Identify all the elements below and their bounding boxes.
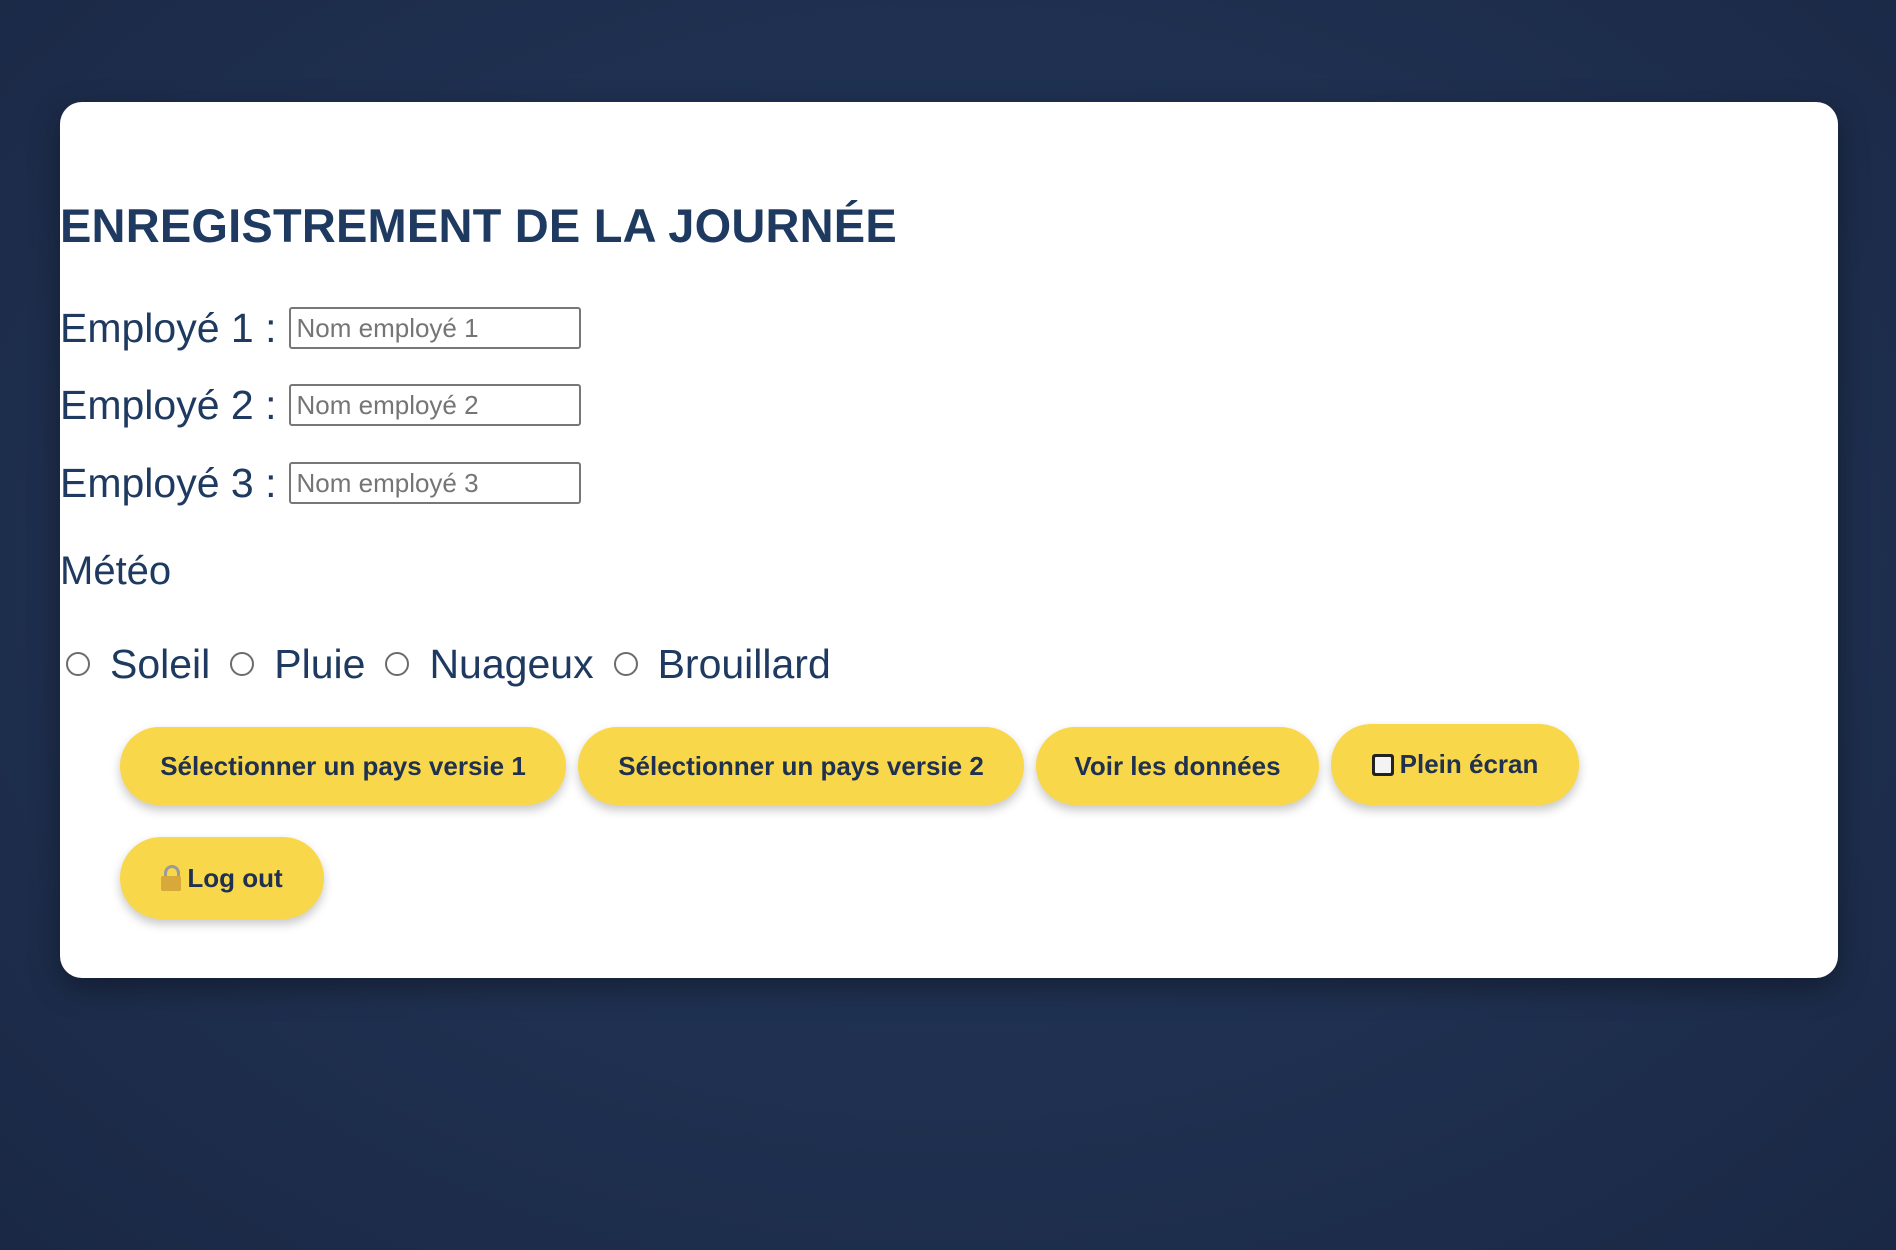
radio-pluie[interactable] bbox=[230, 652, 255, 676]
select-country-v2-label: Sélectionner un pays versie 2 bbox=[618, 750, 984, 781]
view-data-button[interactable]: Voir les données bbox=[1036, 727, 1319, 805]
view-data-label: Voir les données bbox=[1074, 750, 1281, 781]
radio-label-pluie: Pluie bbox=[274, 640, 366, 687]
fullscreen-square-icon bbox=[1371, 753, 1394, 776]
employee-3-label: Employé 3 : bbox=[60, 459, 277, 506]
weather-option-nuageux[interactable]: Nuageux bbox=[385, 640, 594, 688]
employee-1-label: Employé 1 : bbox=[60, 304, 277, 351]
select-country-v1-button[interactable]: Sélectionner un pays versie 1 bbox=[120, 727, 566, 805]
weather-option-soleil[interactable]: Soleil bbox=[66, 641, 210, 688]
radio-label-nuageux: Nuageux bbox=[429, 640, 594, 687]
employee-2-label: Employé 2 : bbox=[60, 381, 277, 428]
employee-3-input[interactable] bbox=[288, 462, 581, 504]
radio-label-brouillard: Brouillard bbox=[657, 640, 831, 687]
fullscreen-button[interactable]: Plein écran bbox=[1331, 724, 1579, 805]
employee-row-2: Employé 2 : bbox=[60, 382, 581, 428]
logout-label: Log out bbox=[187, 862, 283, 893]
fullscreen-label: Plein écran bbox=[1399, 749, 1539, 779]
weather-title: Météo bbox=[60, 549, 172, 593]
employee-1-input[interactable] bbox=[288, 307, 581, 349]
weather-option-pluie[interactable]: Pluie bbox=[230, 641, 365, 688]
employee-2-input[interactable] bbox=[288, 384, 581, 426]
page-title: ENREGISTREMENT DE LA JOURNÉE bbox=[60, 199, 897, 252]
logout-button[interactable]: Log out bbox=[120, 837, 324, 919]
employee-row-3: Employé 3 : bbox=[60, 460, 581, 506]
employee-row-1: Employé 1 : bbox=[60, 305, 581, 351]
select-country-v1-label: Sélectionner un pays versie 1 bbox=[160, 750, 526, 781]
select-country-v2-button[interactable]: Sélectionner un pays versie 2 bbox=[578, 727, 1024, 805]
weather-radio-group: Soleil Pluie Nuageux Brouillard bbox=[66, 636, 851, 692]
radio-nuageux[interactable] bbox=[385, 652, 410, 676]
radio-brouillard[interactable] bbox=[613, 652, 638, 676]
weather-option-brouillard[interactable]: Brouillard bbox=[613, 640, 831, 688]
radio-label-soleil: Soleil bbox=[110, 640, 211, 687]
radio-soleil[interactable] bbox=[66, 652, 90, 676]
lock-icon bbox=[161, 865, 182, 891]
